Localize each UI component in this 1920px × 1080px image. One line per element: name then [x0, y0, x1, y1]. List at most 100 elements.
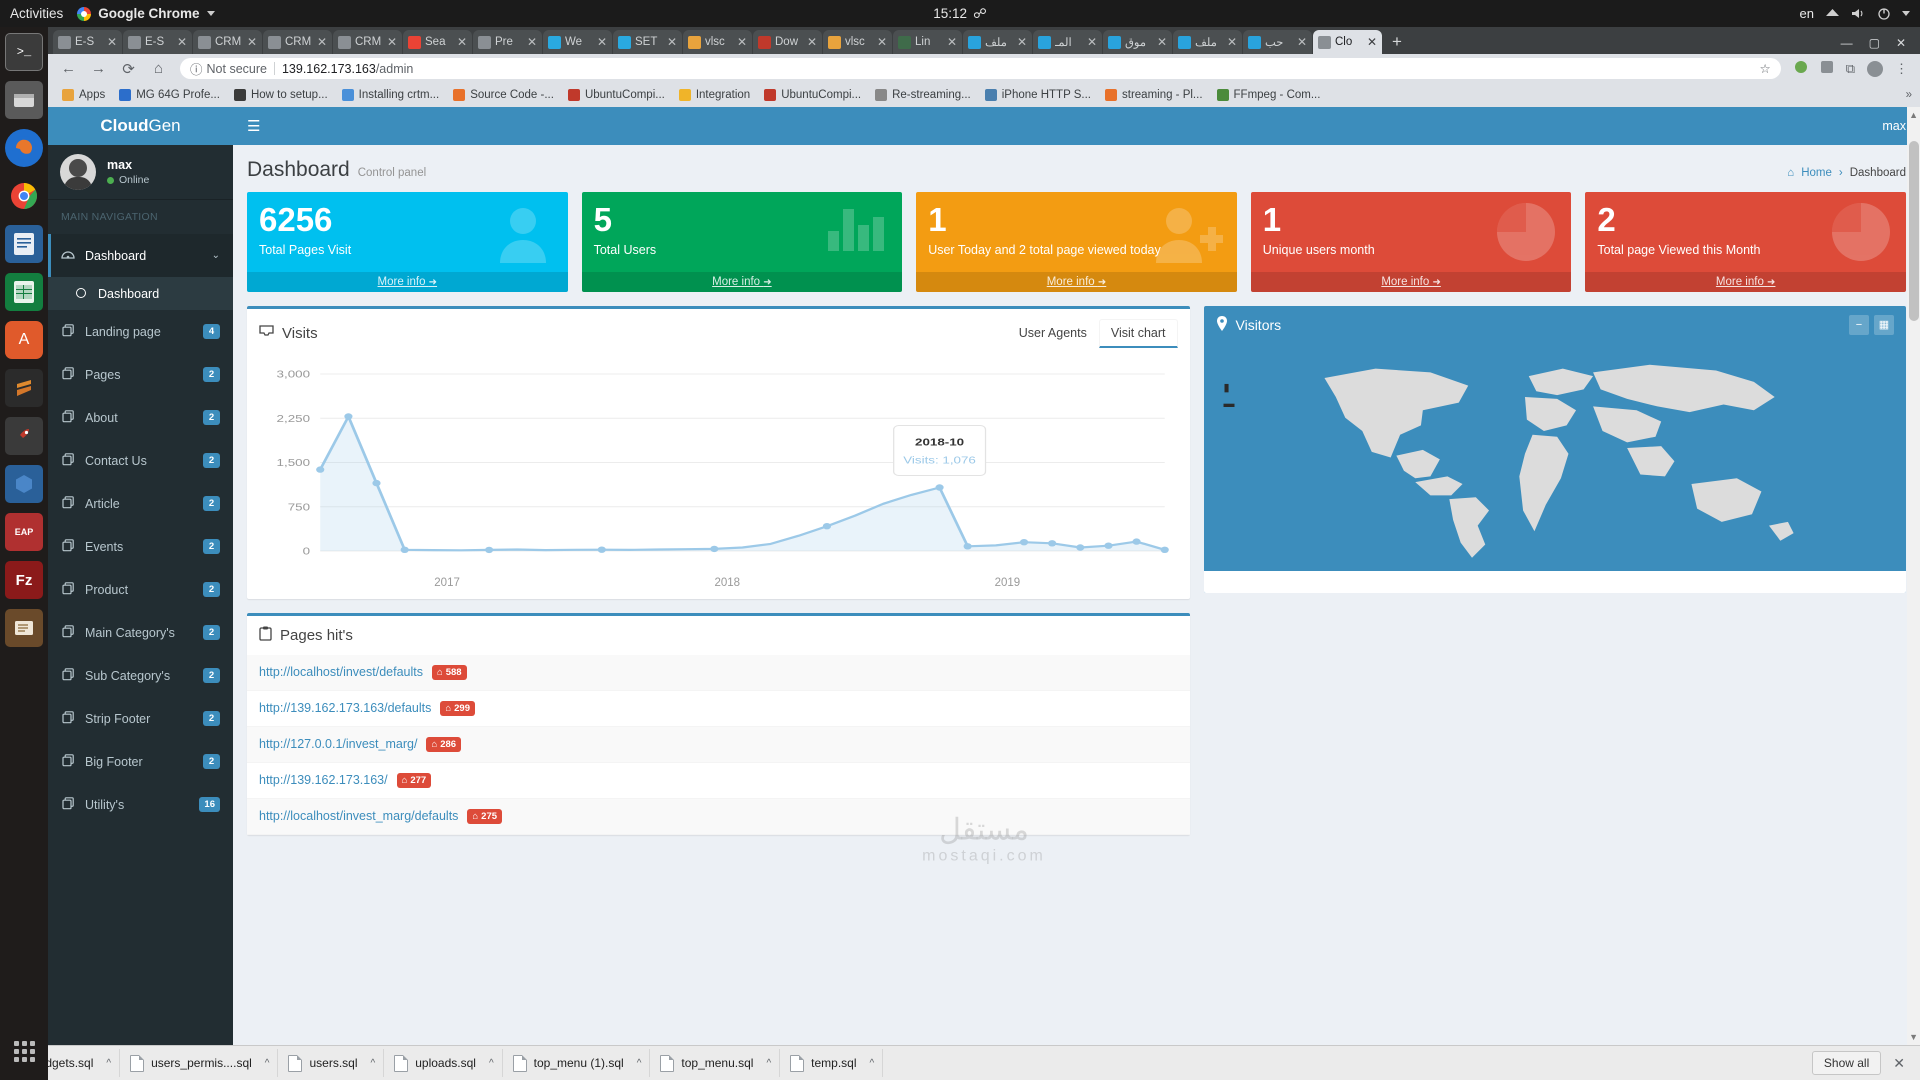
- minimize-button[interactable]: —: [1841, 36, 1853, 50]
- show-applications-button[interactable]: [5, 1032, 43, 1070]
- omnibox-actions[interactable]: ⧉ ⋮: [1794, 60, 1908, 77]
- download-item[interactable]: top_menu (1).sql ^: [505, 1049, 651, 1077]
- browser-tab[interactable]: CRM ✕: [263, 30, 332, 54]
- close-tab-icon[interactable]: ✕: [1227, 35, 1237, 49]
- bookmark-star-icon[interactable]: ☆: [1759, 61, 1770, 76]
- sidebar-item-utility-s[interactable]: Utility's 16: [48, 783, 233, 826]
- scroll-down-icon[interactable]: ▼: [1909, 1032, 1918, 1042]
- bookmark-item[interactable]: streaming - Pl...: [1099, 87, 1209, 103]
- breadcrumb[interactable]: ⌂ Home › Dashboard: [1787, 167, 1906, 179]
- browser-tab[interactable]: Sea ✕: [403, 30, 472, 54]
- close-window-button[interactable]: ✕: [1896, 36, 1906, 50]
- system-status-area[interactable]: en: [1800, 6, 1920, 21]
- close-tab-icon[interactable]: ✕: [457, 35, 467, 49]
- close-tab-icon[interactable]: ✕: [107, 35, 117, 49]
- download-item[interactable]: top_menu.sql ^: [652, 1049, 781, 1077]
- sidebar-link[interactable]: Sub Category's 2: [48, 654, 233, 697]
- extension-icon-1[interactable]: [1794, 60, 1808, 77]
- reload-icon[interactable]: ⟳: [120, 60, 137, 78]
- show-all-downloads-button[interactable]: Show all: [1811, 1051, 1882, 1075]
- navbar-user-label[interactable]: max: [1882, 119, 1906, 133]
- browser-tab[interactable]: ملف ✕: [963, 30, 1032, 54]
- download-menu-icon[interactable]: ^: [265, 1058, 270, 1069]
- sidebar-item-pages[interactable]: Pages 2: [48, 353, 233, 396]
- breadcrumb-home[interactable]: Home: [1801, 167, 1832, 179]
- visitors-box-tools[interactable]: − ▦: [1849, 314, 1894, 335]
- sidebar-link[interactable]: Landing page 4: [48, 310, 233, 353]
- close-downloads-bar-icon[interactable]: ✕: [1883, 1055, 1915, 1072]
- close-tab-icon[interactable]: ✕: [177, 35, 187, 49]
- browser-tab[interactable]: موق ✕: [1103, 30, 1172, 54]
- download-menu-icon[interactable]: ^: [371, 1058, 376, 1069]
- browser-tab[interactable]: vlsc ✕: [823, 30, 892, 54]
- more-info-link[interactable]: More info ➜: [1585, 271, 1906, 292]
- browser-tab[interactable]: Dow ✕: [753, 30, 822, 54]
- page-scrollbar[interactable]: ▲ ▼: [1907, 107, 1920, 1045]
- new-tab-button[interactable]: +: [1383, 32, 1411, 54]
- page-hit-url[interactable]: http://127.0.0.1/invest_marg/: [259, 737, 417, 751]
- bookmark-item[interactable]: Installing crtm...: [336, 87, 446, 103]
- map-zoom-out-icon[interactable]: ▬: [1224, 396, 1235, 412]
- browser-tab[interactable]: vlsc ✕: [683, 30, 752, 54]
- map-zoom-controls[interactable]: ▮ ▬: [1224, 380, 1235, 412]
- close-tab-icon[interactable]: ✕: [1367, 35, 1377, 49]
- maximize-button[interactable]: ▢: [1869, 36, 1880, 50]
- close-tab-icon[interactable]: ✕: [387, 35, 397, 49]
- page-hit-url[interactable]: http://localhost/invest/defaults: [259, 665, 423, 679]
- brand-logo[interactable]: Cloud Gen: [48, 107, 233, 145]
- ubuntu-launcher-dock[interactable]: >_ A EAP Fz: [0, 27, 48, 1080]
- download-item[interactable]: users_permis....sql ^: [122, 1049, 279, 1077]
- download-menu-icon[interactable]: ^: [637, 1058, 642, 1069]
- browser-tab[interactable]: CRM ✕: [333, 30, 402, 54]
- dock-eap-icon[interactable]: EAP: [5, 513, 43, 551]
- dock-libreoffice-calc-icon[interactable]: [5, 273, 43, 311]
- download-item[interactable]: users.sql ^: [280, 1049, 385, 1077]
- profile-avatar[interactable]: [1867, 60, 1883, 77]
- bookmarks-overflow-icon[interactable]: »: [1906, 89, 1912, 101]
- close-tab-icon[interactable]: ✕: [1017, 35, 1027, 49]
- sidebar-toggle-icon[interactable]: ☰: [247, 117, 260, 135]
- bookmark-item[interactable]: MG 64G Profe...: [113, 87, 226, 103]
- sidebar-link[interactable]: Dashboard: [48, 277, 233, 310]
- tab-user-agents[interactable]: User Agents: [1007, 319, 1099, 348]
- sidebar-item-main-category-s[interactable]: Main Category's 2: [48, 611, 233, 654]
- not-secure-indicator[interactable]: ⓘ Not secure: [190, 59, 267, 78]
- close-tab-icon[interactable]: ✕: [667, 35, 677, 49]
- dock-terminal-icon[interactable]: >_: [5, 33, 43, 71]
- sidebar-item-landing-page[interactable]: Landing page 4: [48, 310, 233, 353]
- page-hit-url[interactable]: http://139.162.173.163/defaults: [259, 701, 431, 715]
- sidebar-item-product[interactable]: Product 2: [48, 568, 233, 611]
- more-info-link[interactable]: More info ➜: [247, 271, 568, 292]
- home-icon[interactable]: ⌂: [150, 60, 167, 77]
- close-tab-icon[interactable]: ✕: [947, 35, 957, 49]
- bookmark-item[interactable]: Apps: [56, 87, 111, 103]
- chevron-down-icon[interactable]: ⌄: [212, 250, 220, 261]
- extension-icon-2[interactable]: [1820, 60, 1834, 77]
- bookmark-item[interactable]: Source Code -...: [447, 87, 560, 103]
- close-tab-icon[interactable]: ✕: [737, 35, 747, 49]
- map-zoom-in-icon[interactable]: ▮: [1224, 380, 1235, 396]
- sidebar-link[interactable]: Big Footer 2: [48, 740, 233, 783]
- sidebar-link[interactable]: Events 2: [48, 525, 233, 568]
- sidebar-item-sub-category-s[interactable]: Sub Category's 2: [48, 654, 233, 697]
- minus-icon[interactable]: −: [1849, 314, 1869, 335]
- user-panel[interactable]: max Online: [48, 145, 233, 200]
- bookmark-item[interactable]: FFmpeg - Com...: [1211, 87, 1327, 103]
- extension-icon-3[interactable]: ⧉: [1846, 61, 1855, 77]
- dock-libreoffice-writer-icon[interactable]: [5, 225, 43, 263]
- close-tab-icon[interactable]: ✕: [1297, 35, 1307, 49]
- bookmark-item[interactable]: UbuntuCompi...: [562, 87, 671, 103]
- sidebar-link[interactable]: Main Category's 2: [48, 611, 233, 654]
- sidebar-link[interactable]: Dashboard ⌄: [48, 234, 233, 277]
- close-tab-icon[interactable]: ✕: [1087, 35, 1097, 49]
- sidebar-item-events[interactable]: Events 2: [48, 525, 233, 568]
- visits-tabs[interactable]: User Agents Visit chart: [1007, 318, 1178, 348]
- scroll-up-icon[interactable]: ▲: [1909, 110, 1918, 120]
- bookmarks-bar[interactable]: Apps MG 64G Profe... How to setup... Instal…: [48, 83, 1920, 107]
- close-tab-icon[interactable]: ✕: [527, 35, 537, 49]
- browser-tab[interactable]: ملف ✕: [1173, 30, 1242, 54]
- calendar-icon[interactable]: ▦: [1874, 314, 1894, 335]
- dock-software-center-icon[interactable]: A: [5, 321, 43, 359]
- sidebar-item-dashboard[interactable]: Dashboard: [48, 277, 233, 310]
- close-tab-icon[interactable]: ✕: [597, 35, 607, 49]
